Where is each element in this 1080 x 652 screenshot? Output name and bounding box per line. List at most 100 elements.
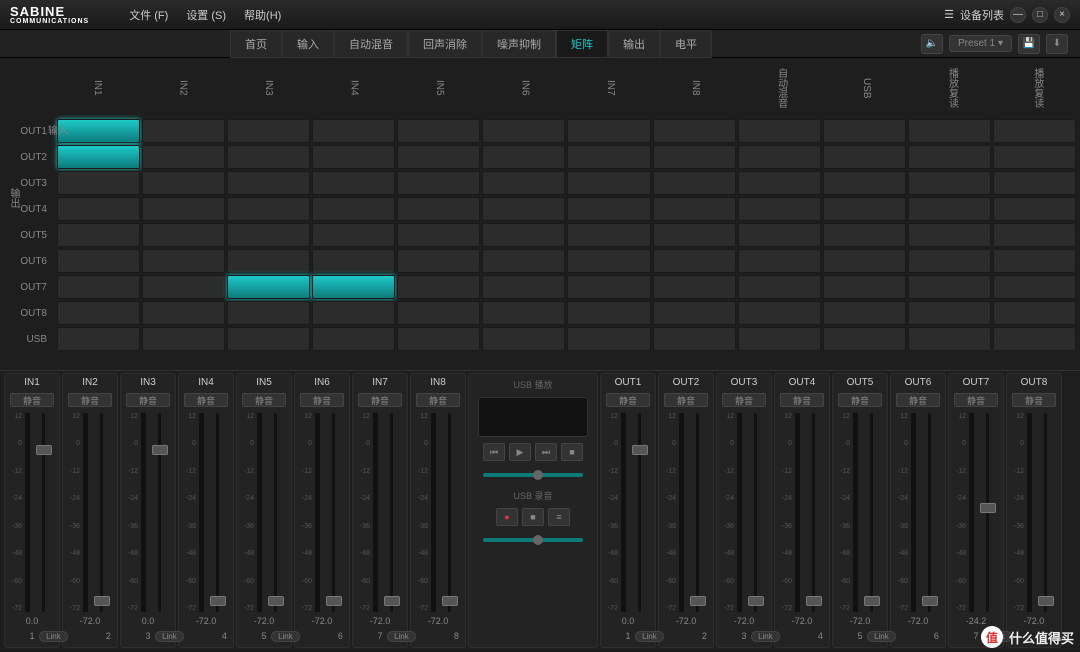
matrix-cell[interactable] — [397, 223, 480, 247]
matrix-cell[interactable] — [482, 301, 565, 325]
matrix-cell[interactable] — [227, 119, 310, 143]
matrix-cell[interactable] — [482, 197, 565, 221]
matrix-cell[interactable] — [57, 327, 140, 351]
matrix-cell[interactable] — [57, 119, 140, 143]
matrix-cell[interactable] — [567, 275, 650, 299]
matrix-cell[interactable] — [653, 223, 736, 247]
download-icon[interactable]: ⬇ — [1046, 34, 1068, 54]
matrix-cell[interactable] — [227, 275, 310, 299]
close-button[interactable]: × — [1054, 7, 1070, 23]
matrix-cell[interactable] — [397, 327, 480, 351]
matrix-cell[interactable] — [567, 171, 650, 195]
minimize-button[interactable]: — — [1010, 7, 1026, 23]
matrix-cell[interactable] — [567, 301, 650, 325]
play-button[interactable]: ▶ — [509, 443, 531, 461]
matrix-cell[interactable] — [312, 275, 395, 299]
matrix-cell[interactable] — [397, 119, 480, 143]
matrix-cell[interactable] — [908, 301, 991, 325]
matrix-cell[interactable] — [908, 197, 991, 221]
matrix-cell[interactable] — [397, 301, 480, 325]
matrix-cell[interactable] — [142, 171, 225, 195]
fader-knob[interactable] — [922, 596, 938, 606]
fader[interactable] — [90, 413, 113, 612]
matrix-cell[interactable] — [142, 145, 225, 169]
matrix-cell[interactable] — [312, 327, 395, 351]
fader[interactable] — [264, 413, 287, 612]
matrix-cell[interactable] — [57, 145, 140, 169]
mute-button[interactable]: 静音 — [10, 393, 54, 407]
matrix-cell[interactable] — [823, 171, 906, 195]
rec-stop-button[interactable]: ■ — [522, 508, 544, 526]
tab-2[interactable]: 自动混音 — [334, 30, 408, 58]
matrix-cell[interactable] — [993, 197, 1076, 221]
fader[interactable] — [744, 413, 767, 612]
matrix-cell[interactable] — [142, 223, 225, 247]
maximize-button[interactable]: □ — [1032, 7, 1048, 23]
matrix-cell[interactable] — [993, 275, 1076, 299]
device-list-button[interactable]: 设备列表 — [960, 7, 1004, 23]
tab-6[interactable]: 输出 — [608, 30, 660, 58]
fader-knob[interactable] — [326, 596, 342, 606]
mute-button[interactable]: 静音 — [68, 393, 112, 407]
matrix-cell[interactable] — [653, 301, 736, 325]
matrix-cell[interactable] — [57, 301, 140, 325]
matrix-cell[interactable] — [823, 301, 906, 325]
mute-button[interactable]: 静音 — [300, 393, 344, 407]
matrix-cell[interactable] — [653, 171, 736, 195]
mute-button[interactable]: 静音 — [896, 393, 940, 407]
fader[interactable] — [322, 413, 345, 612]
link-button[interactable]: Link — [635, 631, 664, 642]
matrix-cell[interactable] — [653, 249, 736, 273]
matrix-cell[interactable] — [567, 119, 650, 143]
matrix-cell[interactable] — [908, 145, 991, 169]
matrix-cell[interactable] — [908, 249, 991, 273]
mute-button[interactable]: 静音 — [416, 393, 460, 407]
fader-knob[interactable] — [1038, 596, 1054, 606]
matrix-cell[interactable] — [312, 171, 395, 195]
link-button[interactable]: Link — [867, 631, 896, 642]
matrix-cell[interactable] — [312, 223, 395, 247]
matrix-cell[interactable] — [653, 145, 736, 169]
matrix-cell[interactable] — [57, 275, 140, 299]
fader-knob[interactable] — [384, 596, 400, 606]
menu-help[interactable]: 帮助(H) — [244, 7, 281, 23]
mute-button[interactable]: 静音 — [780, 393, 824, 407]
matrix-cell[interactable] — [993, 223, 1076, 247]
tab-4[interactable]: 噪声抑制 — [482, 30, 556, 58]
usb-play-slider[interactable] — [483, 473, 583, 477]
fader[interactable] — [148, 413, 171, 612]
fader[interactable] — [206, 413, 229, 612]
matrix-cell[interactable] — [738, 301, 821, 325]
matrix-cell[interactable] — [312, 119, 395, 143]
matrix-cell[interactable] — [482, 249, 565, 273]
matrix-cell[interactable] — [823, 327, 906, 351]
fader[interactable] — [438, 413, 461, 612]
fader-knob[interactable] — [690, 596, 706, 606]
matrix-cell[interactable] — [482, 119, 565, 143]
matrix-cell[interactable] — [227, 249, 310, 273]
fader-knob[interactable] — [94, 596, 110, 606]
link-button[interactable]: Link — [271, 631, 300, 642]
matrix-cell[interactable] — [823, 197, 906, 221]
matrix-cell[interactable] — [312, 197, 395, 221]
matrix-cell[interactable] — [397, 145, 480, 169]
matrix-cell[interactable] — [397, 197, 480, 221]
tab-1[interactable]: 输入 — [282, 30, 334, 58]
mute-button[interactable]: 静音 — [184, 393, 228, 407]
matrix-cell[interactable] — [653, 119, 736, 143]
matrix-cell[interactable] — [397, 275, 480, 299]
fader-knob[interactable] — [632, 445, 648, 455]
prev-button[interactable]: ⏮ — [483, 443, 505, 461]
fader-knob[interactable] — [442, 596, 458, 606]
matrix-cell[interactable] — [993, 301, 1076, 325]
matrix-cell[interactable] — [993, 145, 1076, 169]
matrix-cell[interactable] — [57, 197, 140, 221]
matrix-cell[interactable] — [57, 171, 140, 195]
mute-button[interactable]: 静音 — [358, 393, 402, 407]
matrix-cell[interactable] — [397, 171, 480, 195]
tab-5[interactable]: 矩阵 — [556, 30, 608, 58]
fader[interactable] — [686, 413, 709, 612]
matrix-cell[interactable] — [738, 327, 821, 351]
matrix-cell[interactable] — [142, 197, 225, 221]
matrix-cell[interactable] — [482, 275, 565, 299]
